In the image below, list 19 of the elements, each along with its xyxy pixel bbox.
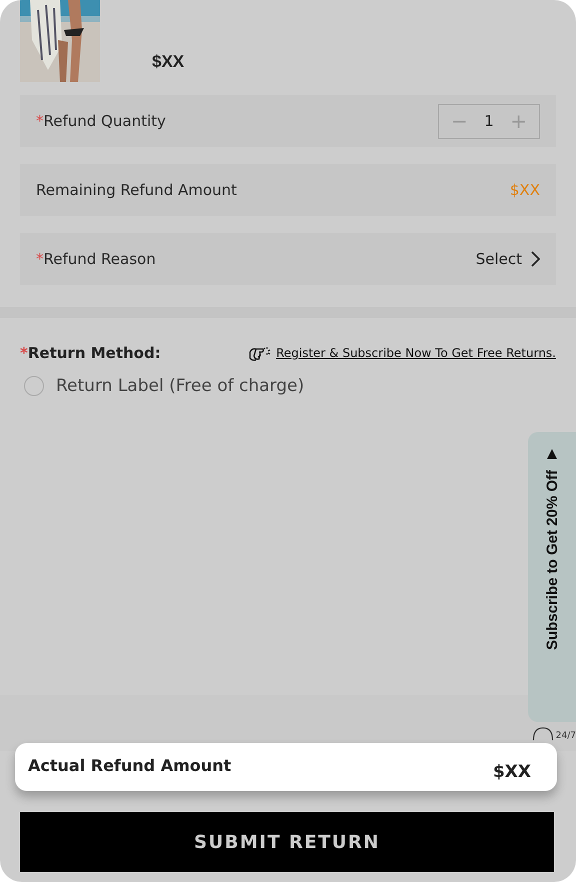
amount-value: $XX bbox=[510, 181, 540, 199]
subscribe-tab[interactable]: Subscribe to Get 20% Off bbox=[528, 432, 576, 722]
support-label[interactable]: 24/7 bbox=[556, 731, 576, 741]
field-label: *Refund Reason bbox=[36, 250, 156, 268]
section-label: *Return Method: bbox=[20, 344, 161, 362]
pointing-hand-icon bbox=[248, 344, 272, 362]
radio-button[interactable] bbox=[24, 376, 44, 396]
product-price: $XX bbox=[152, 52, 184, 72]
field-label: Remaining Refund Amount bbox=[36, 181, 237, 199]
field-label: *Refund Quantity bbox=[36, 112, 166, 130]
select-value[interactable]: Select bbox=[476, 250, 522, 268]
chevron-right-icon[interactable] bbox=[530, 251, 540, 267]
option-label[interactable]: Return Label (Free of charge) bbox=[56, 376, 304, 396]
summary-label: Actual Refund Amount bbox=[28, 756, 232, 777]
triangle-icon bbox=[546, 448, 558, 460]
quantity-value: 1 bbox=[484, 112, 494, 130]
promo-link[interactable]: Register & Subscribe Now To Get Free Returns. bbox=[276, 346, 556, 360]
summary-value: $XX bbox=[492, 762, 531, 784]
submit-button[interactable]: SUBMIT RETURN bbox=[20, 812, 554, 872]
